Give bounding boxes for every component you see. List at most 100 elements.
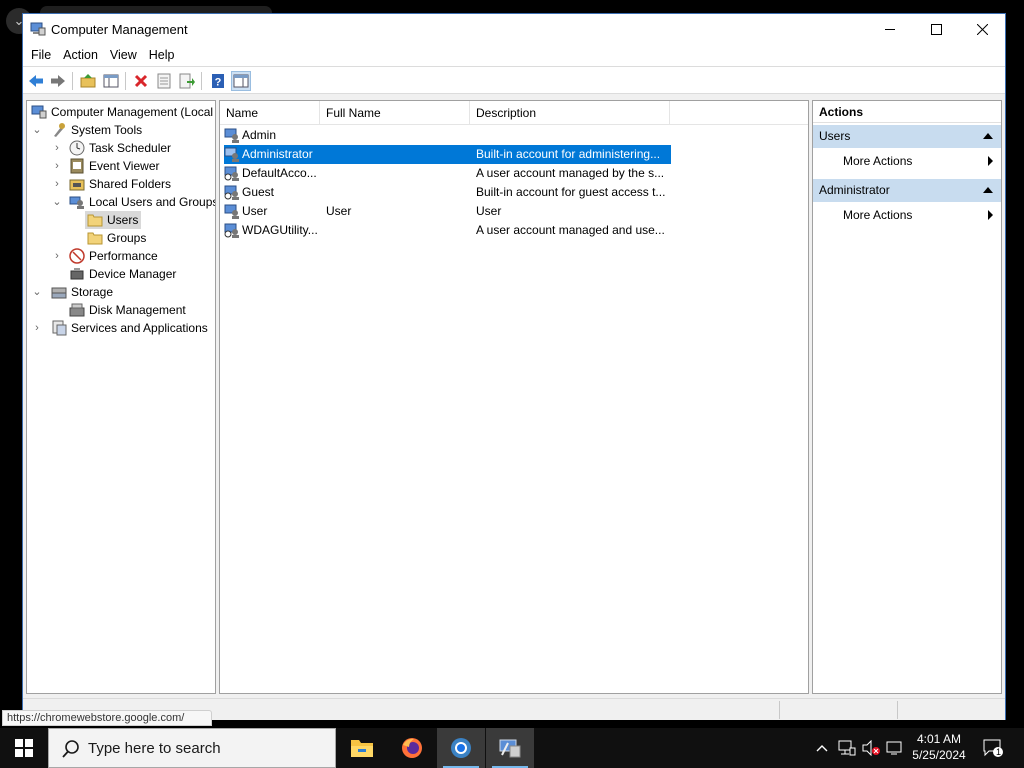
help-button[interactable]: ? — [208, 71, 228, 91]
column-header-description[interactable]: Description — [470, 101, 670, 125]
chrome-icon — [451, 738, 471, 758]
taskbar-file-explorer[interactable] — [338, 728, 386, 768]
more-actions-administrator[interactable]: More Actions — [813, 203, 1001, 227]
cell-description: Built-in account for administering... — [476, 147, 661, 161]
console-tree[interactable]: Computer Management (Local ⌄ System Tool… — [26, 100, 216, 694]
taskbar-search-box[interactable]: Type here to search — [48, 728, 336, 768]
tree-item-storage[interactable]: ⌄ Storage — [29, 283, 215, 301]
show-hide-action-pane-button[interactable] — [231, 71, 251, 91]
list-header: Name Full Name Description — [220, 101, 808, 125]
tree-item-groups[interactable]: Groups — [85, 229, 185, 247]
expand-chevron-icon[interactable]: › — [51, 139, 63, 157]
taskbar: Type here to search 4:01 AM 5/25/2024 1 — [0, 728, 1024, 768]
notification-count: 1 — [996, 747, 1002, 757]
disabled-user-account-icon — [224, 185, 239, 200]
submenu-arrow-icon — [988, 156, 993, 166]
tree-item-performance[interactable]: › Performance — [29, 247, 215, 265]
show-hidden-icons-button[interactable] — [812, 728, 832, 768]
disabled-user-account-icon — [224, 223, 239, 238]
disabled-user-account-icon — [224, 166, 239, 181]
browser-status-url: https://chromewebstore.google.com/ — [2, 710, 212, 726]
menu-view[interactable]: View — [104, 44, 143, 66]
actions-group-users[interactable]: Users — [813, 125, 1001, 148]
toolbar-separator — [72, 72, 73, 90]
volume-control[interactable] — [860, 728, 882, 768]
back-button[interactable] — [26, 71, 46, 91]
expand-chevron-icon[interactable]: › — [31, 319, 43, 337]
actions-group-label: Users — [819, 129, 851, 143]
title-bar[interactable]: Computer Management — [23, 14, 1005, 44]
cell-name: Administrator — [242, 147, 313, 161]
cell-name: Guest — [242, 185, 275, 199]
tree-item-shared-folders[interactable]: › Shared Folders — [29, 175, 215, 193]
tree-item-task-scheduler[interactable]: › Task Scheduler — [29, 139, 215, 157]
more-actions-users[interactable]: More Actions — [813, 149, 1001, 173]
table-row[interactable]: DefaultAcco... A user account managed by… — [224, 164, 671, 183]
properties-button[interactable] — [154, 71, 174, 91]
collapse-triangle-icon[interactable] — [983, 187, 993, 193]
actions-group-administrator[interactable]: Administrator — [813, 179, 1001, 202]
menu-action[interactable]: Action — [57, 44, 104, 66]
close-button[interactable] — [959, 14, 1005, 44]
tree-item-event-viewer[interactable]: › Event Viewer — [29, 157, 215, 175]
cell-description: User — [476, 204, 502, 218]
delete-button[interactable] — [131, 71, 151, 91]
tree-item-users[interactable]: Users — [85, 211, 141, 229]
start-button[interactable] — [0, 728, 48, 768]
network-status[interactable] — [836, 728, 858, 768]
toolbar-separator — [201, 72, 202, 90]
collapse-chevron-icon[interactable]: ⌄ — [31, 283, 43, 301]
maximize-button[interactable] — [913, 14, 959, 44]
taskbar-clock[interactable]: 4:01 AM 5/25/2024 — [906, 731, 972, 763]
tree-item-system-tools[interactable]: ⌄ System Tools — [29, 121, 215, 139]
minimize-button[interactable] — [867, 14, 913, 44]
tree-item-computer-management[interactable]: Computer Management (Local — [29, 103, 215, 121]
table-row[interactable]: Guest Built-in account for guest access … — [224, 183, 671, 202]
taskbar-chrome[interactable] — [437, 728, 485, 768]
actions-pane: Actions Users More Actions Administrator… — [812, 100, 1002, 694]
computer-management-app-icon — [30, 22, 46, 36]
tree-item-device-manager[interactable]: Device Manager — [29, 265, 215, 283]
system-tools-icon — [54, 123, 65, 137]
menu-file[interactable]: File — [25, 44, 57, 66]
actions-group-label: Administrator — [819, 183, 890, 197]
column-header-name[interactable]: Name — [220, 101, 320, 125]
file-explorer-icon — [351, 740, 373, 757]
column-header-full-name[interactable]: Full Name — [320, 101, 470, 125]
cell-name: Admin — [242, 128, 277, 142]
table-row-selected[interactable]: Administrator Built-in account for admin… — [224, 145, 671, 164]
action-center-status[interactable] — [884, 728, 906, 768]
collapse-triangle-icon[interactable] — [983, 133, 993, 139]
notifications-button[interactable]: 1 — [978, 728, 1008, 768]
export-list-button[interactable] — [177, 71, 197, 91]
toolbar: ? — [23, 66, 1005, 94]
menu-help[interactable]: Help — [143, 44, 181, 66]
collapse-chevron-icon[interactable]: ⌄ — [51, 193, 63, 211]
user-account-icon — [224, 147, 239, 162]
disk-management-icon — [69, 303, 85, 317]
tree-item-disk-management[interactable]: Disk Management — [29, 301, 215, 319]
display-status-icon — [886, 741, 902, 755]
maximize-icon — [930, 23, 942, 35]
expand-chevron-icon[interactable]: › — [51, 157, 63, 175]
table-row[interactable]: Admin — [224, 126, 671, 145]
status-divider — [897, 701, 898, 719]
table-row[interactable]: WDAGUtility... A user account managed an… — [224, 221, 671, 240]
user-account-icon — [224, 128, 239, 143]
storage-icon — [51, 287, 67, 299]
up-folder-button[interactable] — [78, 71, 98, 91]
collapse-chevron-icon[interactable]: ⌄ — [31, 121, 43, 139]
table-row[interactable]: User User User — [224, 202, 671, 221]
expand-chevron-icon[interactable]: › — [51, 247, 63, 265]
delete-icon — [134, 74, 148, 88]
expand-chevron-icon[interactable]: › — [51, 175, 63, 193]
taskbar-computer-management[interactable] — [486, 728, 534, 768]
tree-item-local-users-and-groups[interactable]: ⌄ Local Users and Groups — [29, 193, 215, 211]
up-folder-icon — [80, 74, 96, 88]
submenu-arrow-icon — [988, 210, 993, 220]
tree-item-services-and-applications[interactable]: › Services and Applications — [29, 319, 215, 337]
users-list-view[interactable]: Name Full Name Description Admin Adminis… — [219, 100, 809, 694]
forward-button[interactable] — [48, 71, 68, 91]
taskbar-firefox[interactable] — [388, 728, 436, 768]
show-hide-tree-button[interactable] — [101, 71, 121, 91]
